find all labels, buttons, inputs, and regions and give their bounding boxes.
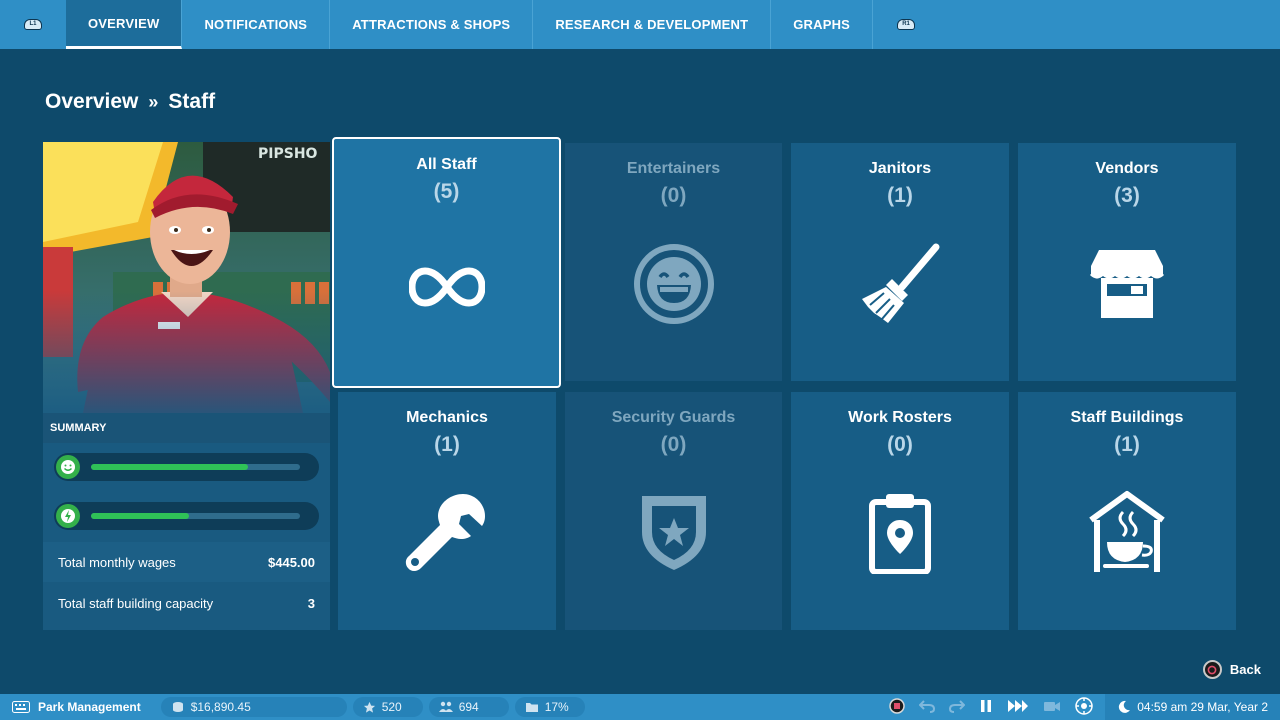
- tile-count: (0): [660, 433, 687, 456]
- l1-button-icon: L1: [24, 19, 42, 30]
- circle-button-icon: [1202, 660, 1222, 679]
- percent-value: 17%: [544, 700, 569, 714]
- tile-all-staff[interactable]: All Staff (5): [332, 137, 561, 388]
- coins-icon: [172, 702, 183, 712]
- camera-icon[interactable]: [1043, 700, 1061, 715]
- tile-entertainers[interactable]: Entertainers (0): [565, 143, 782, 381]
- tile-count: (1): [887, 184, 913, 207]
- park-rating-display[interactable]: 520: [352, 697, 423, 717]
- park-management-label: Park Management: [38, 700, 141, 714]
- tile-name: Mechanics: [406, 409, 488, 426]
- folder-icon: [525, 703, 538, 712]
- tile-name: Security Guards: [611, 409, 736, 426]
- infinity-icon: [407, 265, 486, 314]
- guests-display[interactable]: 694: [428, 697, 509, 717]
- fast-forward-icon[interactable]: [1007, 699, 1029, 716]
- tile-count: (5): [433, 180, 460, 203]
- smiley-icon: [633, 243, 715, 330]
- wrench-icon: [405, 490, 489, 579]
- tile-work-rosters[interactable]: Work Rosters (0): [791, 392, 1009, 630]
- tile-janitors[interactable]: Janitors (1): [791, 143, 1009, 381]
- tile-name: Janitors: [868, 160, 932, 177]
- staff-portrait: PIPSHO: [43, 142, 330, 413]
- lightning-meter-icon: [56, 504, 80, 528]
- tile-name: Staff Buildings: [1070, 409, 1184, 426]
- breadcrumb-separator: »: [148, 91, 159, 112]
- park-rating-value: 520: [381, 700, 402, 714]
- tile-name: All Staff: [416, 156, 477, 173]
- clipboard-icon: [868, 492, 932, 579]
- tile-count: (3): [1114, 184, 1140, 207]
- breadcrumb-parent[interactable]: Overview: [45, 90, 138, 114]
- summary-panel: SUMMARY Total monthly wages $445.00 Tota…: [43, 413, 330, 630]
- tile-name: Entertainers: [626, 160, 721, 177]
- happiness-track: [91, 464, 300, 470]
- guests-value: 694: [458, 700, 479, 714]
- tile-count: (0): [887, 433, 913, 456]
- tile-staff-buildings[interactable]: Staff Buildings (1): [1018, 392, 1236, 630]
- stat-label: Total staff building capacity: [58, 595, 214, 611]
- money-value: $16,890.45: [190, 700, 251, 714]
- tile-mechanics[interactable]: Mechanics (1): [338, 392, 556, 630]
- page-title: Staff: [168, 90, 216, 113]
- tile-security-guards[interactable]: Security Guards (0): [565, 392, 782, 630]
- tab-research-development[interactable]: RESEARCH & DEVELOPMENT: [533, 0, 772, 49]
- tab-graphs[interactable]: GRAPHS: [771, 0, 874, 49]
- broom-icon: [858, 243, 942, 332]
- r1-button-icon: R1: [897, 19, 916, 30]
- moon-icon: [1119, 700, 1131, 713]
- tile-name: Vendors: [1095, 160, 1159, 177]
- energy-meter: [54, 502, 319, 530]
- park-management-button[interactable]: Park Management: [0, 700, 153, 714]
- time-controls: [877, 696, 1105, 718]
- stat-value: 3: [307, 595, 315, 611]
- bottom-status-bar: Park Management $16,890.45 520 694 17% 0…: [0, 694, 1280, 720]
- back-button[interactable]: Back: [1202, 660, 1261, 679]
- tile-count: (0): [660, 184, 687, 207]
- tab-overview[interactable]: OVERVIEW: [66, 0, 183, 49]
- happiness-meter: [54, 453, 319, 481]
- star-icon: [363, 701, 375, 713]
- tile-count: (1): [1114, 433, 1140, 456]
- summary-title: SUMMARY: [43, 413, 330, 443]
- happiness-fill: [91, 464, 248, 470]
- breadcrumb: Overview » Staff: [45, 90, 215, 114]
- total-staff-building-capacity-row: Total staff building capacity 3: [43, 583, 330, 623]
- total-monthly-wages-row: Total monthly wages $445.00: [43, 542, 330, 582]
- staff-portrait-illustration: PIPSHO: [43, 142, 330, 413]
- tile-name: Work Rosters: [848, 409, 952, 426]
- redo-icon[interactable]: [949, 699, 966, 716]
- tab-attractions-shops[interactable]: ATTRACTIONS & SHOPS: [330, 0, 534, 49]
- smiley-meter-icon: [56, 455, 80, 479]
- shield-icon: [638, 492, 710, 577]
- date-time-value: 04:59 am 29 Mar, Year 2: [1137, 700, 1268, 714]
- top-tab-bar: L1 OVERVIEW NOTIFICATIONS ATTRACTIONS & …: [0, 0, 1280, 49]
- camera-mode-icon[interactable]: [1075, 696, 1093, 718]
- guests-icon: [438, 701, 453, 712]
- stall-icon: [1089, 246, 1165, 325]
- date-time-display[interactable]: 04:59 am 29 Mar, Year 2: [1105, 694, 1280, 720]
- stat-label: Total monthly wages: [58, 554, 176, 570]
- tile-vendors[interactable]: Vendors (3): [1018, 143, 1236, 381]
- keyboard-icon: [12, 701, 30, 713]
- stop-icon[interactable]: [889, 697, 905, 717]
- tile-count: (1): [434, 433, 460, 456]
- money-display[interactable]: $16,890.45: [160, 697, 347, 717]
- pause-icon[interactable]: [979, 699, 993, 716]
- percent-display[interactable]: 17%: [514, 697, 585, 717]
- stat-value: $445.00: [268, 554, 315, 570]
- tab-notifications[interactable]: NOTIFICATIONS: [182, 0, 331, 49]
- staff-building-icon: [1087, 490, 1167, 579]
- back-label: Back: [1229, 662, 1261, 677]
- left-bumper-hint[interactable]: L1: [0, 0, 66, 49]
- energy-track: [91, 513, 300, 519]
- undo-icon[interactable]: [918, 699, 936, 716]
- right-bumper-hint[interactable]: R1: [873, 0, 939, 49]
- energy-fill: [91, 513, 190, 519]
